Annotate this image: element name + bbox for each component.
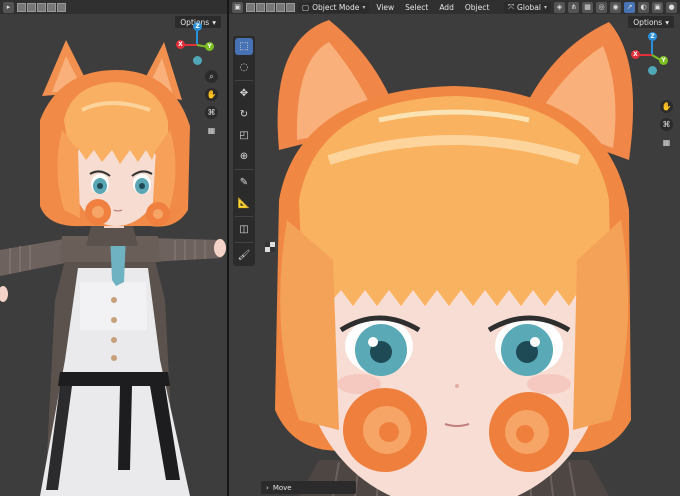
select-extend-icon[interactable] bbox=[256, 2, 265, 12]
snap-target-icon[interactable]: ▦ bbox=[582, 1, 593, 13]
gizmo-z-axis[interactable]: Z bbox=[648, 32, 657, 41]
hand-icon[interactable]: ✋ bbox=[205, 88, 218, 101]
right-options-dropdown[interactable]: Options ▾ bbox=[628, 16, 674, 28]
left-select-mode-icons[interactable] bbox=[17, 2, 66, 12]
select-new-icon[interactable] bbox=[17, 2, 26, 12]
right-editor-type-button[interactable]: ▣ bbox=[232, 1, 243, 13]
menu-select[interactable]: Select bbox=[401, 3, 432, 12]
cursor-icon: ▸ bbox=[6, 3, 11, 11]
select-extend-icon[interactable] bbox=[27, 2, 36, 12]
left-navigation-controls: ⌕ ✋ ⌘ ▦ bbox=[205, 70, 218, 137]
grid-icon[interactable]: ▦ bbox=[205, 124, 218, 137]
xray-icon[interactable]: ▣ bbox=[652, 1, 663, 13]
checker-icon[interactable] bbox=[265, 242, 275, 252]
shading-icon[interactable]: ● bbox=[666, 1, 677, 13]
select-subtract-icon[interactable] bbox=[266, 2, 275, 12]
camera-icon[interactable]: ⌘ bbox=[660, 118, 673, 131]
select-intersect-icon[interactable] bbox=[286, 2, 295, 12]
cube-icon: ▣ bbox=[234, 3, 241, 11]
tool-shelf: ⬚ ◌ ✥ ↻ ◰ ⊕ ✎ 📐 ◫ 🖌 bbox=[233, 36, 255, 266]
hand-icon[interactable]: ✋ bbox=[660, 100, 673, 113]
menu-object[interactable]: Object bbox=[461, 3, 493, 12]
gizmo-toggle-icon[interactable]: ↗ bbox=[624, 1, 635, 13]
object-mode-dropdown[interactable]: ▢ Object Mode ▾ bbox=[298, 1, 370, 13]
scale-icon[interactable]: ◰ bbox=[235, 127, 253, 144]
select-invert-icon[interactable] bbox=[276, 2, 285, 12]
gizmo-neg-z-axis[interactable] bbox=[193, 56, 202, 65]
chevron-right-icon: › bbox=[266, 483, 269, 492]
left-character-render bbox=[0, 40, 226, 496]
left-editor-type-button[interactable]: ▸ bbox=[3, 1, 14, 13]
transform-icon[interactable]: ⊕ bbox=[235, 148, 253, 165]
brush-icon[interactable]: 🖌 bbox=[235, 247, 253, 264]
gizmo-y-axis[interactable]: Y bbox=[205, 42, 214, 51]
left-navigation-gizmo[interactable]: Z X Y bbox=[176, 22, 220, 66]
select-box-icon[interactable]: ⬚ bbox=[235, 38, 253, 55]
gizmo-x-axis[interactable]: X bbox=[631, 50, 640, 59]
select-intersect-icon[interactable] bbox=[57, 2, 66, 12]
visibility-icon[interactable]: ◉ bbox=[610, 1, 621, 13]
orientation-icon: ⤧ bbox=[508, 2, 515, 11]
blender-window: ▸ Options ▾ Z X Y ⌕ ✋ ⌘ ▦ bbox=[0, 0, 680, 496]
right-viewport-header: ▣ ▢ Object Mode ▾ View Select Add Object… bbox=[229, 0, 680, 14]
pivot-point-icon[interactable]: ◈ bbox=[554, 1, 565, 13]
grid-icon[interactable]: ▦ bbox=[660, 136, 673, 149]
camera-icon[interactable]: ⌘ bbox=[205, 106, 218, 119]
transform-orientation-label: Global bbox=[517, 2, 541, 12]
rotate-icon[interactable]: ↻ bbox=[235, 106, 253, 123]
right-options-label: Options bbox=[633, 17, 663, 27]
right-select-mode-icons[interactable] bbox=[246, 2, 295, 12]
gizmo-z-axis[interactable]: Z bbox=[193, 22, 202, 31]
right-3d-viewport[interactable]: ▣ ▢ Object Mode ▾ View Select Add Object… bbox=[229, 0, 680, 496]
snap-icon[interactable]: ⋔ bbox=[568, 1, 579, 13]
object-mode-label: Object Mode bbox=[312, 2, 360, 12]
gizmo-neg-z-axis[interactable] bbox=[648, 66, 657, 75]
chevron-down-icon: ▾ bbox=[665, 17, 669, 27]
measure-icon[interactable]: 📐 bbox=[235, 195, 253, 212]
menu-add[interactable]: Add bbox=[435, 3, 458, 12]
object-mode-icon: ▢ bbox=[302, 2, 310, 12]
zoom-icon[interactable]: ⌕ bbox=[205, 70, 218, 83]
gizmo-x-axis[interactable]: X bbox=[176, 40, 185, 49]
add-cube-icon[interactable]: ◫ bbox=[235, 221, 253, 238]
transform-orientation-dropdown[interactable]: ⤧ Global ▾ bbox=[504, 1, 551, 13]
select-invert-icon[interactable] bbox=[47, 2, 56, 12]
right-character-closeup-render bbox=[275, 20, 634, 496]
right-navigation-gizmo[interactable]: Z X Y bbox=[631, 32, 675, 76]
chevron-down-icon: ▾ bbox=[543, 3, 547, 11]
overlay-icon[interactable]: ◐ bbox=[638, 1, 649, 13]
left-3d-viewport[interactable]: ▸ Options ▾ Z X Y ⌕ ✋ ⌘ ▦ bbox=[0, 0, 227, 496]
move-icon[interactable]: ✥ bbox=[235, 85, 253, 102]
left-viewport-header: ▸ bbox=[0, 0, 227, 14]
annotate-icon[interactable]: ✎ bbox=[235, 174, 253, 191]
proportional-edit-icon[interactable]: ◎ bbox=[596, 1, 607, 13]
select-new-icon[interactable] bbox=[246, 2, 255, 12]
gizmo-y-axis[interactable]: Y bbox=[659, 56, 668, 65]
menu-view[interactable]: View bbox=[372, 3, 398, 12]
last-operation-label: Move bbox=[272, 483, 292, 492]
cursor-icon[interactable]: ◌ bbox=[235, 59, 253, 76]
select-subtract-icon[interactable] bbox=[37, 2, 46, 12]
chevron-down-icon: ▾ bbox=[362, 3, 366, 11]
last-operation-panel[interactable]: › Move bbox=[261, 481, 356, 494]
right-navigation-controls: ✋ ⌘ ▦ bbox=[660, 100, 673, 149]
